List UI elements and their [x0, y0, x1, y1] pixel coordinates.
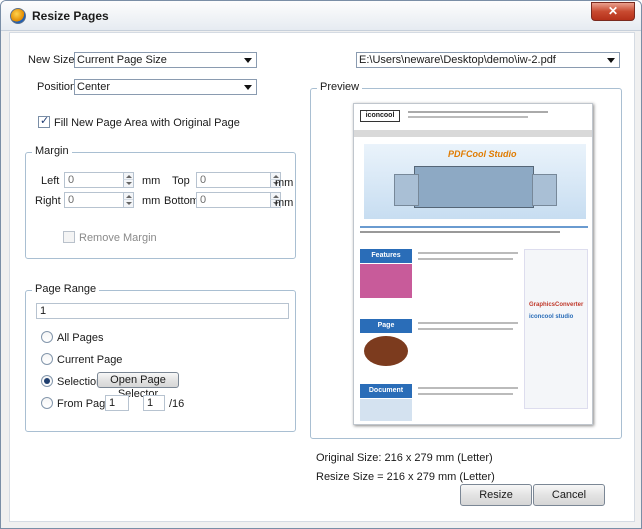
- doc-screenshot: [414, 166, 534, 208]
- doc-text-line: [408, 111, 548, 113]
- close-button[interactable]: ✕: [591, 2, 635, 21]
- all-pages-label: All Pages: [57, 332, 104, 344]
- doc-text-line: [418, 393, 513, 395]
- title-bar: Resize Pages ✕: [1, 1, 641, 31]
- spin-up-icon[interactable]: [123, 193, 133, 200]
- bottom-value: 0: [200, 194, 207, 206]
- doc-side-item: iconcool studio: [529, 314, 574, 320]
- preview-title: Preview: [317, 81, 363, 93]
- total-pages: /16: [169, 398, 185, 410]
- to-page-value: 1: [147, 397, 154, 409]
- bottom-unit: mm: [275, 197, 294, 209]
- resize-size-text: Resize Size = 216 x 279 mm (Letter): [316, 471, 495, 483]
- spin-down-icon[interactable]: [123, 200, 133, 207]
- doc-text-line: [408, 116, 528, 118]
- chevron-down-icon: [244, 85, 252, 90]
- chevron-down-icon: [607, 58, 615, 63]
- original-size-text: Original Size: 216 x 279 mm (Letter): [316, 452, 493, 464]
- left-unit: mm: [142, 175, 161, 187]
- left-label: Left: [41, 175, 60, 187]
- top-input[interactable]: 0: [196, 172, 281, 188]
- close-icon: ✕: [607, 4, 619, 18]
- doc-text-line: [360, 226, 588, 228]
- position-label: Position: [37, 81, 77, 93]
- doc-text-line: [360, 231, 560, 233]
- from-page-radio[interactable]: [41, 397, 53, 409]
- right-unit: mm: [142, 195, 161, 207]
- doc-text-line: [418, 328, 513, 330]
- doc-text-line: [418, 258, 513, 260]
- doc-screenshot: [394, 174, 419, 206]
- doc-banner-title: PDFCool Studio: [448, 149, 517, 159]
- page-range-value: 1: [40, 305, 47, 317]
- bottom-label: Bottom: [164, 195, 199, 207]
- remove-margin-label: Remove Margin: [79, 232, 157, 244]
- page-range-input[interactable]: 1: [36, 303, 289, 319]
- current-page-label: Current Page: [57, 354, 123, 366]
- doc-section-features: Features: [360, 249, 412, 263]
- top-unit: mm: [275, 177, 294, 189]
- resize-pages-dialog: Resize Pages ✕ New Size Current Page Siz…: [0, 0, 642, 529]
- top-label: Top: [172, 175, 190, 187]
- current-page-radio[interactable]: [41, 353, 53, 365]
- right-label: Right: [35, 195, 61, 207]
- left-value: 0: [68, 174, 75, 186]
- from-page-label: From Page: [57, 398, 112, 410]
- new-size-value: Current Page Size: [77, 54, 167, 66]
- doc-nav-bar: [354, 130, 592, 137]
- doc-text-line: [418, 387, 518, 389]
- doc-logo: iconcool: [360, 110, 400, 122]
- from-page-input[interactable]: 1: [105, 395, 129, 411]
- right-input[interactable]: 0: [64, 192, 134, 208]
- doc-text-line: [418, 322, 518, 324]
- preview-page: iconcool PDFCool Studio Features Page Do…: [353, 103, 593, 425]
- position-select[interactable]: Center: [74, 79, 257, 95]
- open-page-selector-button[interactable]: Open Page Selector: [97, 372, 179, 400]
- spin-down-icon[interactable]: [123, 180, 133, 187]
- to-page-input[interactable]: 1: [143, 395, 165, 411]
- selection-radio[interactable]: [41, 375, 53, 387]
- all-pages-radio[interactable]: [41, 331, 53, 343]
- doc-section-image: [360, 264, 412, 298]
- position-value: Center: [77, 81, 111, 93]
- page-range-title: Page Range: [32, 283, 100, 295]
- fill-checkbox[interactable]: [38, 114, 50, 128]
- app-icon: [10, 8, 26, 24]
- doc-section-document: Document: [360, 384, 412, 398]
- selection-label: Selection: [57, 376, 103, 388]
- doc-side-item: GraphicsConverter: [529, 302, 584, 308]
- left-input[interactable]: 0: [64, 172, 134, 188]
- resize-button[interactable]: Resize: [460, 484, 532, 506]
- window-title: Resize Pages: [32, 9, 109, 23]
- doc-sidebar: GraphicsConverter iconcool studio: [524, 249, 588, 409]
- file-path: E:\Users\neware\Desktop\demo\iw-2.pdf: [359, 54, 556, 66]
- fill-label: Fill New Page Area with Original Page: [54, 117, 240, 129]
- doc-text-line: [418, 252, 518, 254]
- doc-screenshot: [532, 174, 557, 206]
- top-value: 0: [200, 174, 207, 186]
- margin-title: Margin: [32, 145, 72, 157]
- file-select[interactable]: E:\Users\neware\Desktop\demo\iw-2.pdf: [356, 52, 620, 68]
- doc-section-page: Page: [360, 319, 412, 333]
- chevron-down-icon: [244, 58, 252, 63]
- new-size-label: New Size: [28, 54, 75, 66]
- spin-up-icon[interactable]: [123, 173, 133, 180]
- margin-group: Margin Left 0 mm Top 0 mm Right 0 mm Bot…: [25, 145, 296, 259]
- doc-section-image: [360, 399, 412, 421]
- right-value: 0: [68, 194, 75, 206]
- remove-margin-checkbox[interactable]: [63, 231, 75, 243]
- new-size-select[interactable]: Current Page Size: [74, 52, 257, 68]
- bottom-input[interactable]: 0: [196, 192, 281, 208]
- page-range-group: Page Range 1 All Pages Current Page Sele…: [25, 283, 296, 432]
- cancel-button[interactable]: Cancel: [533, 484, 605, 506]
- doc-section-image: [364, 336, 408, 366]
- from-page-value: 1: [109, 397, 116, 409]
- doc-banner: PDFCool Studio: [364, 144, 586, 219]
